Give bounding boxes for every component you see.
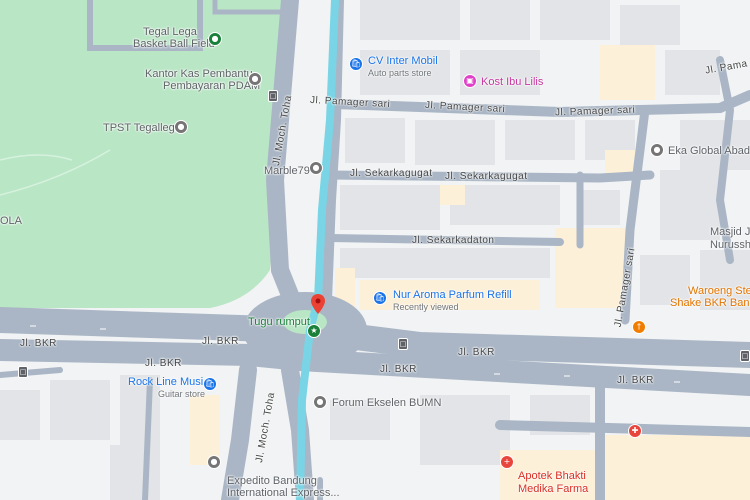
poi-label: Nurussh	[710, 239, 750, 251]
road-label-bkr-5: Jl. BKR	[380, 364, 417, 375]
poi-sublabel: Auto parts store	[368, 68, 432, 78]
bus-stop-icon[interactable]: □	[740, 350, 750, 362]
bus-stop-icon[interactable]: □	[268, 90, 278, 102]
bus-stop-icon[interactable]: □	[398, 338, 408, 350]
poi-label: Basket Ball Field	[133, 38, 215, 50]
road-label-bkr-4: Jl. BKR	[458, 347, 495, 358]
map-pin-icon	[311, 294, 325, 314]
monument-icon: ★	[307, 324, 321, 338]
poi-sublabel: Recently viewed	[393, 302, 459, 312]
poi-label: Pembayaran PDAM	[163, 80, 261, 92]
poi-label: TPST Tegallega	[103, 122, 181, 134]
pharmacy-icon: +	[500, 455, 514, 469]
poi-label: Kantor Kas Pembantu	[145, 68, 253, 80]
pharmacy-icon[interactable]: ✚	[628, 424, 642, 438]
road-label-bkr-1: Jl. BKR	[202, 336, 239, 347]
shopping-bag-icon: 🛍	[373, 291, 387, 305]
place-icon: ●	[207, 455, 221, 469]
place-icon: ●	[650, 143, 664, 157]
road-label-bkr-2: Jl. BKR	[145, 358, 182, 369]
poi-sublabel: Guitar store	[158, 389, 206, 399]
road-label-sekarkagugat-1: Jl. Sekarkagugat	[350, 168, 433, 179]
poi-label: Forum Ekselen BUMN	[332, 397, 442, 409]
poi-label: Expedito Bandung	[227, 475, 317, 487]
poi-label: Kost Ibu Lilis	[481, 76, 544, 88]
bed-icon: ▣	[463, 74, 477, 88]
poi-label: Waroeng Steak	[688, 285, 750, 297]
place-icon: ●	[174, 120, 188, 134]
restaurant-icon: †	[632, 320, 646, 334]
park-icon: ●	[208, 32, 222, 46]
poi-label: Tegal Lega	[143, 26, 197, 38]
poi-label: Masjid J	[710, 226, 750, 238]
poi-label: Apotek Bhakti	[518, 470, 586, 482]
road-label-bkr-6: Jl. BKR	[617, 375, 654, 386]
poi-label: CV Inter Mobil	[368, 55, 438, 67]
poi-label: Eka Global Abadi	[668, 145, 750, 157]
poi-label: Rock Line Music	[128, 376, 209, 388]
road-label-sekarkadaton: Jl. Sekarkadaton	[412, 235, 495, 246]
place-icon: ●	[309, 161, 323, 175]
shopping-bag-icon: 🛍	[349, 57, 363, 71]
poi-name: Basket Ball Field	[133, 38, 215, 50]
road-label-sekarkagugat-2: Jl. Sekarkagugat	[445, 171, 528, 182]
poi-label: Tugu rumput	[248, 316, 310, 328]
poi-label: International Express...	[227, 487, 340, 499]
poi-label: Nur Aroma Parfum Refill	[393, 289, 512, 301]
place-icon: ●	[313, 395, 327, 409]
poi-label: Shake BKR Bandung	[670, 297, 750, 309]
place-icon: ●	[248, 72, 262, 86]
bus-stop-icon[interactable]: □	[18, 366, 28, 378]
poi-name: Tegal Lega	[143, 26, 197, 38]
road-label-bkr-3: Jl. BKR	[20, 338, 57, 349]
poi-label: Medika Farma	[518, 483, 589, 495]
shopping-bag-icon: 🛍	[203, 377, 217, 391]
poi-label: Marble79	[264, 165, 310, 177]
map-canvas[interactable]: Jl. Moch. Toha Jl. Moch. Toha Jl. Pamage…	[0, 0, 750, 500]
poi-label: OLA	[0, 215, 23, 227]
